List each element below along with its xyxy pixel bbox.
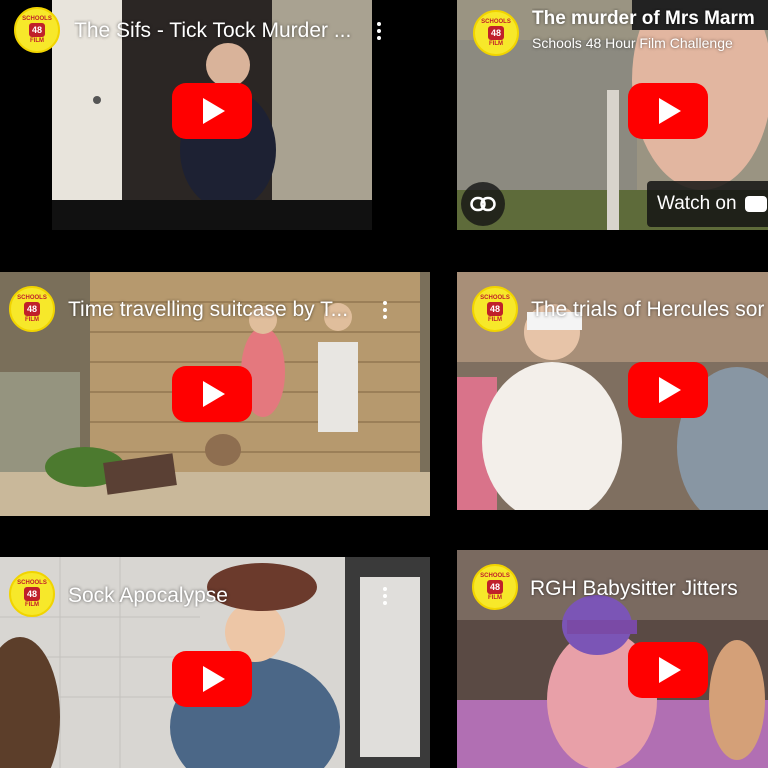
badge-text: SCHOOLS — [17, 295, 47, 301]
badge-number: 48 — [488, 26, 504, 40]
channel-name[interactable]: Schools 48 Hour Film Challenge — [532, 35, 733, 51]
badge-text: FILM — [25, 317, 39, 323]
badge-text: FILM — [488, 317, 502, 323]
youtube-play-icon[interactable] — [628, 83, 708, 139]
video-title[interactable]: Time travelling suitcase by T... — [68, 298, 364, 322]
video-embed-6[interactable]: SCHOOLS 48 FILM RGH Babysitter Jitters — [457, 550, 768, 768]
badge-number: 48 — [487, 580, 503, 594]
badge-text: SCHOOLS — [481, 19, 511, 25]
watch-label: Watch on — [657, 193, 737, 214]
more-vert-icon[interactable] — [369, 18, 389, 44]
badge-text: FILM — [488, 595, 502, 601]
youtube-play-icon[interactable] — [628, 362, 708, 418]
video-embed-3[interactable]: SCHOOLS 48 FILM Time travelling suitcase… — [0, 272, 430, 516]
youtube-play-icon[interactable] — [172, 651, 252, 707]
badge-text: SCHOOLS — [480, 573, 510, 579]
badge-text: SCHOOLS — [17, 580, 47, 586]
badge-number: 48 — [487, 302, 503, 316]
channel-avatar[interactable]: SCHOOLS 48 FILM — [473, 10, 519, 56]
youtube-play-icon[interactable] — [172, 366, 252, 422]
video-title[interactable]: The Sifs - Tick Tock Murder ... — [74, 19, 364, 43]
video-embed-4[interactable]: SCHOOLS 48 FILM The trials of Hercules s… — [457, 272, 768, 510]
watch-on-youtube-button[interactable]: Watch on — [647, 181, 768, 227]
badge-text: SCHOOLS — [22, 16, 52, 22]
youtube-logo-icon — [744, 196, 767, 212]
youtube-play-icon[interactable] — [172, 83, 252, 139]
badge-text: SCHOOLS — [480, 295, 510, 301]
badge-text: FILM — [30, 38, 44, 44]
channel-avatar[interactable]: SCHOOLS 48 FILM — [14, 7, 60, 53]
more-vert-icon[interactable] — [375, 583, 395, 609]
video-title[interactable]: Sock Apocalypse — [68, 584, 364, 608]
video-embed-1[interactable]: SCHOOLS 48 FILM The Sifs - Tick Tock Mur… — [0, 0, 430, 230]
channel-avatar[interactable]: SCHOOLS 48 FILM — [9, 286, 55, 332]
link-icon[interactable] — [461, 182, 505, 226]
badge-number: 48 — [24, 587, 40, 601]
channel-avatar[interactable]: SCHOOLS 48 FILM — [472, 286, 518, 332]
video-title[interactable]: The trials of Hercules sor — [531, 298, 768, 322]
badge-text: FILM — [25, 602, 39, 608]
badge-number: 48 — [24, 302, 40, 316]
video-embed-5[interactable]: SCHOOLS 48 FILM Sock Apocalypse — [0, 557, 430, 768]
youtube-play-icon[interactable] — [628, 642, 708, 698]
channel-avatar[interactable]: SCHOOLS 48 FILM — [9, 571, 55, 617]
video-title[interactable]: RGH Babysitter Jitters — [530, 577, 768, 601]
channel-avatar[interactable]: SCHOOLS 48 FILM — [472, 564, 518, 610]
more-vert-icon[interactable] — [375, 297, 395, 323]
badge-number: 48 — [29, 23, 45, 37]
badge-text: FILM — [489, 41, 503, 47]
video-title[interactable]: The murder of Mrs Marm — [532, 8, 768, 30]
